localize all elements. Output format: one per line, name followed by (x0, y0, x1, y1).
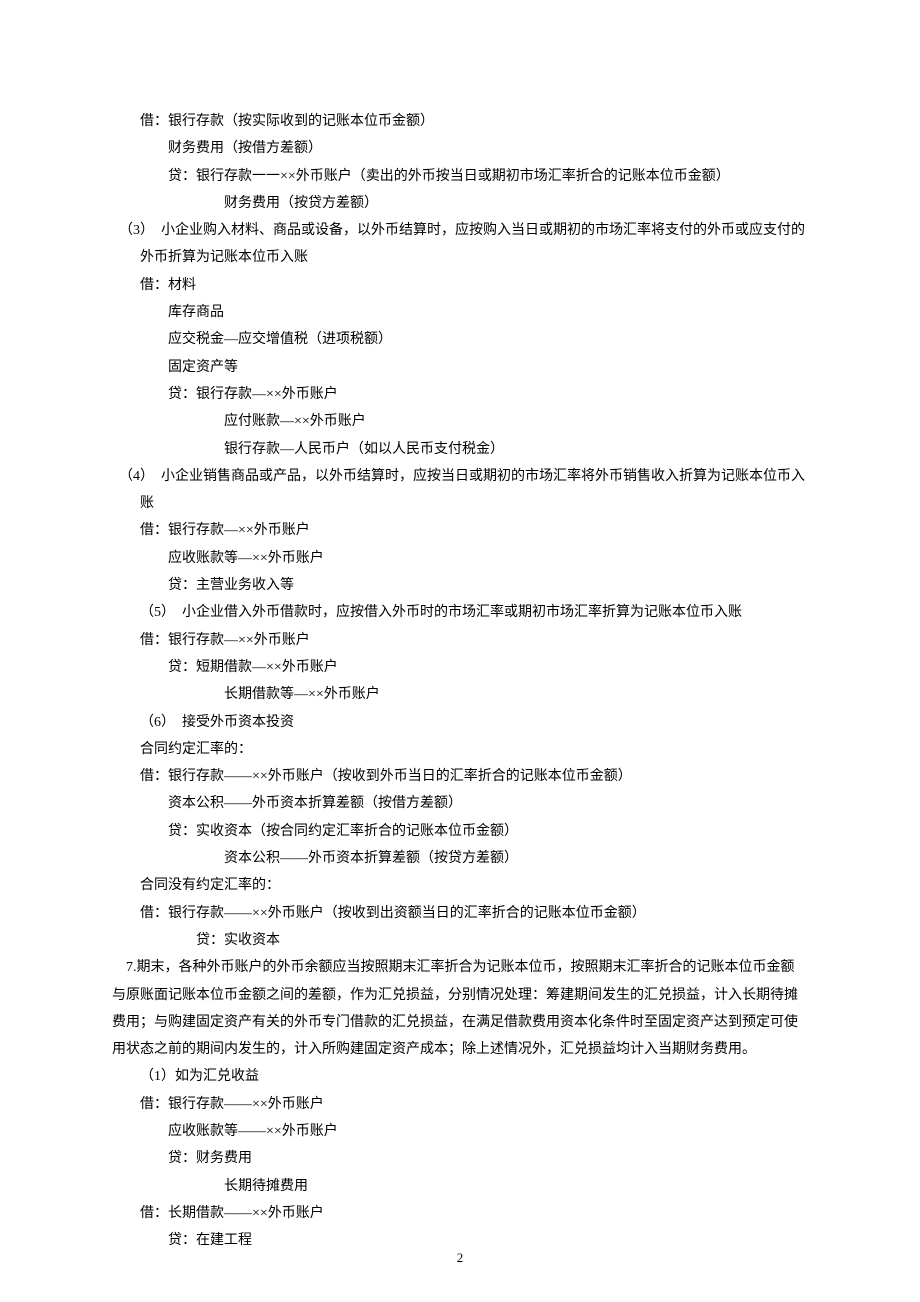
page-number: 2 (0, 1245, 920, 1270)
text-line: 贷：银行存款一一××外币账户（卖出的外币按当日或期初市场汇率折合的记账本位币金额… (112, 163, 808, 190)
text-line: 贷：实收资本 (112, 927, 808, 954)
text-line: 合同没有约定汇率的： (112, 872, 808, 899)
text-line: 应收账款等—××外币账户 (112, 545, 808, 572)
text-line: 固定资产等 (112, 354, 808, 381)
text-line: （3） 小企业购入材料、商品或设备，以外币结算时，应按购入当日或期初的市场汇率将… (112, 217, 808, 272)
text-line: 贷：短期借款—××外币账户 (112, 654, 808, 681)
text-line: 贷：财务费用 (112, 1145, 808, 1172)
text-line: （4） 小企业销售商品或产品，以外币结算时，应按当日或期初的市场汇率将外币销售收… (112, 463, 808, 518)
text-line: 库存商品 (112, 299, 808, 326)
text-line: 财务费用（按借方差额） (112, 135, 808, 162)
text-line: 借：长期借款——××外币账户 (112, 1200, 808, 1227)
text-line: 借：材料 (112, 272, 808, 299)
text-line: 资本公积——外币资本折算差额（按借方差额） (112, 790, 808, 817)
text-line: 借：银行存款—××外币账户 (112, 627, 808, 654)
document-body: 借：银行存款（按实际收到的记账本位币金额）财务费用（按借方差额）贷：银行存款一一… (112, 108, 808, 1254)
text-line: 7.期末，各种外币账户的外币余额应当按照期末汇率折合为记账本位币，按照期末汇率折… (112, 954, 808, 1063)
text-line: 贷：主营业务收入等 (112, 572, 808, 599)
document-page: 借：银行存款（按实际收到的记账本位币金额）财务费用（按借方差额）贷：银行存款一一… (0, 0, 920, 1302)
text-line: 财务费用（按贷方差额） (112, 190, 808, 217)
text-line: 合同约定汇率的： (112, 736, 808, 763)
text-line: 长期借款等—××外币账户 (112, 681, 808, 708)
text-line: （1）如为汇兑收益 (112, 1063, 808, 1090)
text-line: 贷：银行存款—××外币账户 (112, 381, 808, 408)
text-line: 贷：实收资本（按合同约定汇率折合的记账本位币金额） (112, 818, 808, 845)
text-line: 借：银行存款——××外币账户（按收到外币当日的汇率折合的记账本位币金额） (112, 763, 808, 790)
text-line: 银行存款—人民币户（如以人民币支付税金） (112, 436, 808, 463)
text-line: （5） 小企业借入外币借款时，应按借入外币时的市场汇率或期初市场汇率折算为记账本… (112, 599, 808, 626)
text-line: 借：银行存款（按实际收到的记账本位币金额） (112, 108, 808, 135)
text-line: 应交税金—应交增值税（进项税额） (112, 326, 808, 353)
text-line: 借：银行存款—××外币账户 (112, 517, 808, 544)
text-line: 借：银行存款——××外币账户 (112, 1091, 808, 1118)
text-line: 长期待摊费用 (112, 1173, 808, 1200)
text-line: 应收账款等——××外币账户 (112, 1118, 808, 1145)
text-line: （6） 接受外币资本投资 (112, 709, 808, 736)
text-line: 借：银行存款——××外币账户（按收到出资额当日的汇率折合的记账本位币金额） (112, 900, 808, 927)
text-line: 应付账款—××外币账户 (112, 408, 808, 435)
text-line: 资本公积——外币资本折算差额（按贷方差额） (112, 845, 808, 872)
